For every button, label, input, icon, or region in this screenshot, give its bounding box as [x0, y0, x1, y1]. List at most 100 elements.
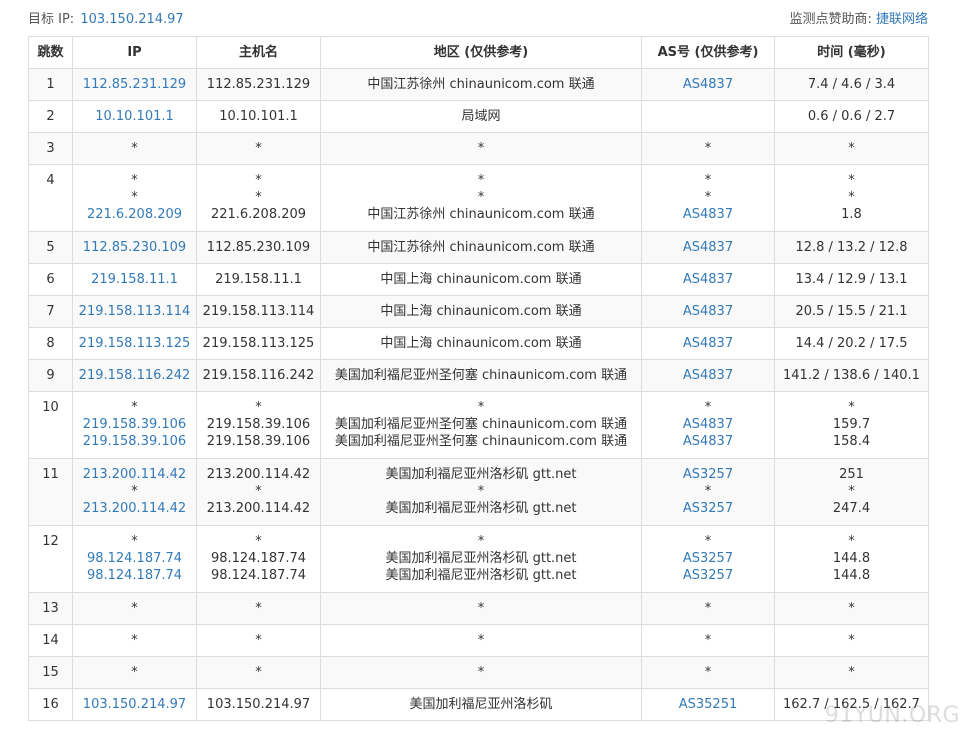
region-value: 美国加利福尼亚州洛杉矶 — [409, 697, 553, 712]
region-value: 中国上海 chinaunicom.com 联通 — [380, 272, 582, 287]
region-cell: * — [320, 656, 642, 689]
as-cell: * — [641, 592, 775, 625]
hostname-value: 213.200.114.42 — [206, 467, 311, 482]
time-cell: * 144.8 144.8 — [774, 525, 929, 593]
time-cell: 141.2 / 138.6 / 140.1 — [774, 359, 929, 392]
region-value: 美国加利福尼亚州圣何塞 chinaunicom.com 联通 — [334, 434, 628, 449]
as-cell: AS4837 — [641, 263, 775, 296]
ip-link[interactable]: 10.10.101.1 — [77, 108, 192, 125]
ip-cell: 10.10.101.1 — [72, 100, 197, 133]
region-value: 美国加利福尼亚州洛杉矶 gtt.net — [385, 467, 577, 482]
time-value: 144.8 — [832, 551, 871, 566]
hostname-cell: * 219.158.39.106 219.158.39.106 — [196, 391, 321, 459]
ip-link[interactable]: 213.200.114.42 — [77, 466, 192, 483]
time-value: * — [848, 633, 855, 648]
sponsor-link[interactable]: 捷联网络 — [876, 12, 928, 27]
time-cell: 20.5 / 15.5 / 21.1 — [774, 295, 929, 328]
ip-link[interactable]: 103.150.214.97 — [77, 696, 192, 713]
ip-cell: * — [72, 132, 197, 165]
time-cell: * — [774, 624, 929, 657]
as-cell: * * AS4837 — [641, 164, 775, 232]
hostname-cell: 112.85.231.129 — [196, 68, 321, 101]
as-link[interactable]: AS4837 — [646, 335, 770, 352]
as-link[interactable]: AS4837 — [646, 206, 770, 223]
ip-cell: * — [72, 624, 197, 657]
target-ip-label: 目标 IP: — [28, 12, 75, 27]
as-cell: AS3257 * AS3257 — [641, 458, 775, 526]
ip-link: * — [131, 190, 138, 205]
as-link[interactable]: AS4837 — [646, 433, 770, 450]
ip-link[interactable]: 219.158.113.114 — [77, 303, 192, 320]
as-link[interactable]: AS3257 — [646, 550, 770, 567]
as-link[interactable]: AS3257 — [646, 500, 770, 517]
time-cell: * — [774, 132, 929, 165]
ip-link[interactable]: 219.158.39.106 — [77, 416, 192, 433]
region-cell: 中国上海 chinaunicom.com 联通 — [320, 295, 642, 328]
as-cell: * — [641, 624, 775, 657]
region-value: * — [477, 484, 485, 499]
time-cell: * — [774, 656, 929, 689]
ip-link[interactable]: 219.158.11.1 — [77, 271, 192, 288]
table-row: 7 219.158.113.114 219.158.113.114 中国上海 chin… — [28, 295, 929, 328]
as-link[interactable]: AS4837 — [646, 271, 770, 288]
ip-link[interactable]: 213.200.114.42 — [77, 500, 192, 517]
hostname-value: * — [255, 633, 262, 648]
region-value: * — [477, 601, 485, 616]
ip-cell: 112.85.230.109 — [72, 231, 197, 264]
hostname-cell: * — [196, 132, 321, 165]
table-row: 14 * * * * * — [28, 624, 929, 657]
region-value: 中国江苏徐州 chinaunicom.com 联通 — [367, 207, 595, 222]
time-value: 141.2 / 138.6 / 140.1 — [783, 368, 920, 383]
hostname-cell: 10.10.101.1 — [196, 100, 321, 133]
traceroute-table: 跳数 IP 主机名 地区 (仅供参考) AS号 (仅供参考) 时间 (毫秒) 1… — [28, 36, 929, 721]
region-cell: * 美国加利福尼亚州圣何塞 chinaunicom.com 联通 美国加利福尼亚州圣… — [320, 391, 642, 459]
as-link[interactable]: AS4837 — [646, 367, 770, 384]
hop-number: 13 — [28, 592, 73, 625]
as-link[interactable]: AS3257 — [646, 466, 770, 483]
ip-link[interactable]: 219.158.116.242 — [77, 367, 192, 384]
as-link: * — [704, 601, 712, 616]
hop-number: 1 — [28, 68, 73, 101]
ip-link[interactable]: 112.85.230.109 — [77, 239, 192, 256]
region-value: * — [477, 141, 485, 156]
col-header-as: AS号 (仅供参考) — [641, 36, 775, 69]
table-header-row: 跳数 IP 主机名 地区 (仅供参考) AS号 (仅供参考) 时间 (毫秒) — [28, 36, 929, 69]
ip-link[interactable]: 219.158.39.106 — [77, 433, 192, 450]
region-value: 中国江苏徐州 chinaunicom.com 联通 — [367, 77, 595, 92]
as-link[interactable]: AS4837 — [646, 239, 770, 256]
as-link[interactable]: AS4837 — [646, 303, 770, 320]
as-link[interactable]: AS3257 — [646, 567, 770, 584]
ip-link[interactable]: 219.158.113.125 — [77, 335, 192, 352]
hostname-cell: * — [196, 592, 321, 625]
ip-link: * — [131, 141, 138, 156]
ip-cell: * * 221.6.208.209 — [72, 164, 197, 232]
ip-link[interactable]: 98.124.187.74 — [77, 550, 192, 567]
as-link[interactable]: AS35251 — [646, 696, 770, 713]
hostname-cell: 112.85.230.109 — [196, 231, 321, 264]
hop-number: 4 — [28, 164, 73, 232]
hostname-cell: 219.158.11.1 — [196, 263, 321, 296]
time-value: * — [848, 534, 855, 549]
region-cell: 局域网 — [320, 100, 642, 133]
hop-number: 3 — [28, 132, 73, 165]
hostname-value: 219.158.39.106 — [206, 434, 311, 449]
ip-cell: * — [72, 656, 197, 689]
hostname-value: 219.158.113.114 — [202, 304, 315, 319]
time-value: 251 — [839, 467, 864, 482]
as-cell: AS4837 — [641, 231, 775, 264]
time-cell: * 159.7 158.4 — [774, 391, 929, 459]
ip-link[interactable]: 98.124.187.74 — [77, 567, 192, 584]
as-link[interactable]: AS4837 — [646, 416, 770, 433]
hop-number: 10 — [28, 391, 73, 459]
hostname-value: 221.6.208.209 — [210, 207, 307, 222]
ip-link: * — [131, 633, 138, 648]
ip-link[interactable]: 112.85.231.129 — [77, 76, 192, 93]
ip-link[interactable]: 221.6.208.209 — [77, 206, 192, 223]
region-value: 中国江苏徐州 chinaunicom.com 联通 — [367, 240, 595, 255]
as-cell: AS4837 — [641, 327, 775, 360]
time-value: * — [848, 141, 855, 156]
region-cell: 中国上海 chinaunicom.com 联通 — [320, 327, 642, 360]
as-link[interactable]: AS4837 — [646, 76, 770, 93]
region-cell: * — [320, 592, 642, 625]
time-value: 158.4 — [832, 434, 871, 449]
